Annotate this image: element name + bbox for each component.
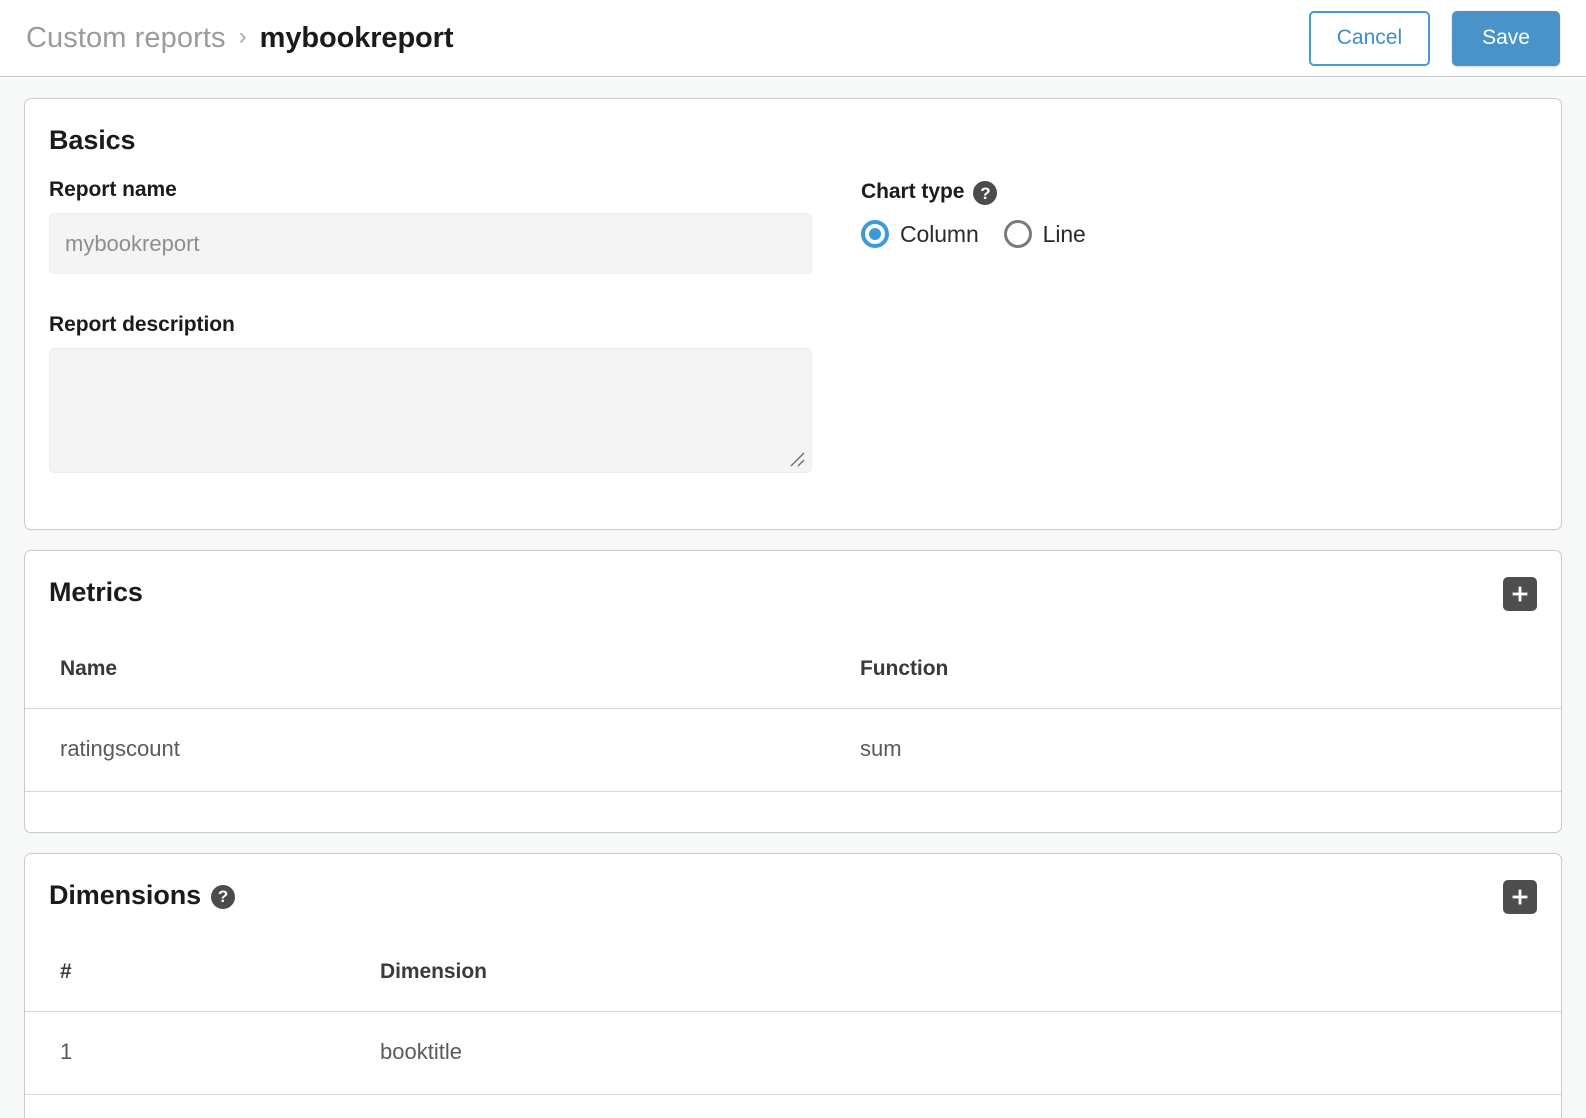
- chart-type-label-text: Chart type: [861, 180, 964, 204]
- page-content: Basics Report name Report description: [0, 77, 1586, 1118]
- dimensions-table-body: 1 booktitle: [25, 1012, 1561, 1095]
- dimensions-col-dimension: Dimension: [380, 930, 1561, 1012]
- plus-icon: [1510, 887, 1530, 907]
- dimensions-title: Dimensions ?: [49, 880, 235, 911]
- dimensions-card-footer: [25, 1095, 1561, 1118]
- report-name-input[interactable]: [49, 213, 812, 274]
- cancel-button[interactable]: Cancel: [1309, 11, 1430, 66]
- metrics-table-body: ratingscount sum: [25, 709, 1561, 792]
- metrics-title: Metrics: [49, 577, 143, 608]
- radio-unselected-icon[interactable]: [1004, 220, 1032, 248]
- metrics-table-head: Name Function: [25, 627, 1561, 709]
- chart-type-option-line-label: Line: [1043, 221, 1086, 248]
- page-title: mybookreport: [260, 22, 454, 55]
- chart-type-radio-group: Column Line: [861, 220, 1086, 248]
- app-header: Custom reports › mybookreport Cancel Sav…: [0, 0, 1586, 77]
- table-row[interactable]: ratingscount sum: [25, 709, 1561, 792]
- report-description-label: Report description: [49, 313, 812, 337]
- question-mark-icon[interactable]: ?: [973, 181, 997, 205]
- radio-selected-icon[interactable]: [861, 220, 889, 248]
- metric-name-cell: ratingscount: [25, 709, 860, 792]
- dimensions-card: Dimensions ? # Dimension 1 bookt: [24, 853, 1562, 1118]
- add-metric-button[interactable]: [1503, 577, 1537, 611]
- report-description-wrapper: [49, 348, 812, 473]
- breadcrumb: Custom reports › mybookreport: [26, 22, 1309, 55]
- metrics-card-header: Metrics: [25, 551, 1561, 627]
- dimensions-col-number: #: [25, 930, 380, 1012]
- dimensions-header-row: # Dimension: [25, 930, 1561, 1012]
- metrics-header-row: Name Function: [25, 627, 1561, 709]
- breadcrumb-parent-link[interactable]: Custom reports: [26, 22, 226, 55]
- metrics-card: Metrics Name Function ratingscount sum: [24, 550, 1562, 833]
- chevron-right-icon: ›: [239, 25, 247, 49]
- dimensions-card-header: Dimensions ?: [25, 854, 1561, 930]
- save-button[interactable]: Save: [1452, 11, 1560, 66]
- chart-type-option-column-label: Column: [900, 221, 979, 248]
- basics-title: Basics: [49, 125, 135, 156]
- basics-body: Report name Report description Chart typ…: [25, 156, 1561, 529]
- chart-type-label: Chart type ?: [861, 180, 1086, 204]
- chart-type-option-line[interactable]: Line: [1004, 220, 1086, 248]
- dimension-name-cell: booktitle: [380, 1012, 1561, 1095]
- metrics-col-name: Name: [25, 627, 860, 709]
- basics-left-column: Report name Report description: [49, 178, 812, 473]
- plus-icon: [1510, 584, 1530, 604]
- basics-card-header: Basics: [25, 99, 1561, 156]
- report-description-textarea[interactable]: [49, 348, 812, 473]
- dimensions-table-head: # Dimension: [25, 930, 1561, 1012]
- metrics-table: Name Function ratingscount sum: [25, 627, 1561, 792]
- dimensions-table: # Dimension 1 booktitle: [25, 930, 1561, 1095]
- dimension-number-cell: 1: [25, 1012, 380, 1095]
- field-spacer: [49, 274, 812, 313]
- basics-right-column: Chart type ? Column Line: [812, 178, 1086, 473]
- add-dimension-button[interactable]: [1503, 880, 1537, 914]
- question-mark-icon[interactable]: ?: [211, 885, 235, 909]
- chart-type-option-column[interactable]: Column: [861, 220, 979, 248]
- metrics-card-footer: [25, 792, 1561, 832]
- metric-function-cell: sum: [860, 709, 1561, 792]
- basics-card: Basics Report name Report description: [24, 98, 1562, 530]
- header-actions: Cancel Save: [1309, 11, 1560, 66]
- report-name-label: Report name: [49, 178, 812, 202]
- table-row[interactable]: 1 booktitle: [25, 1012, 1561, 1095]
- dimensions-title-text: Dimensions: [49, 880, 201, 911]
- metrics-col-function: Function: [860, 627, 1561, 709]
